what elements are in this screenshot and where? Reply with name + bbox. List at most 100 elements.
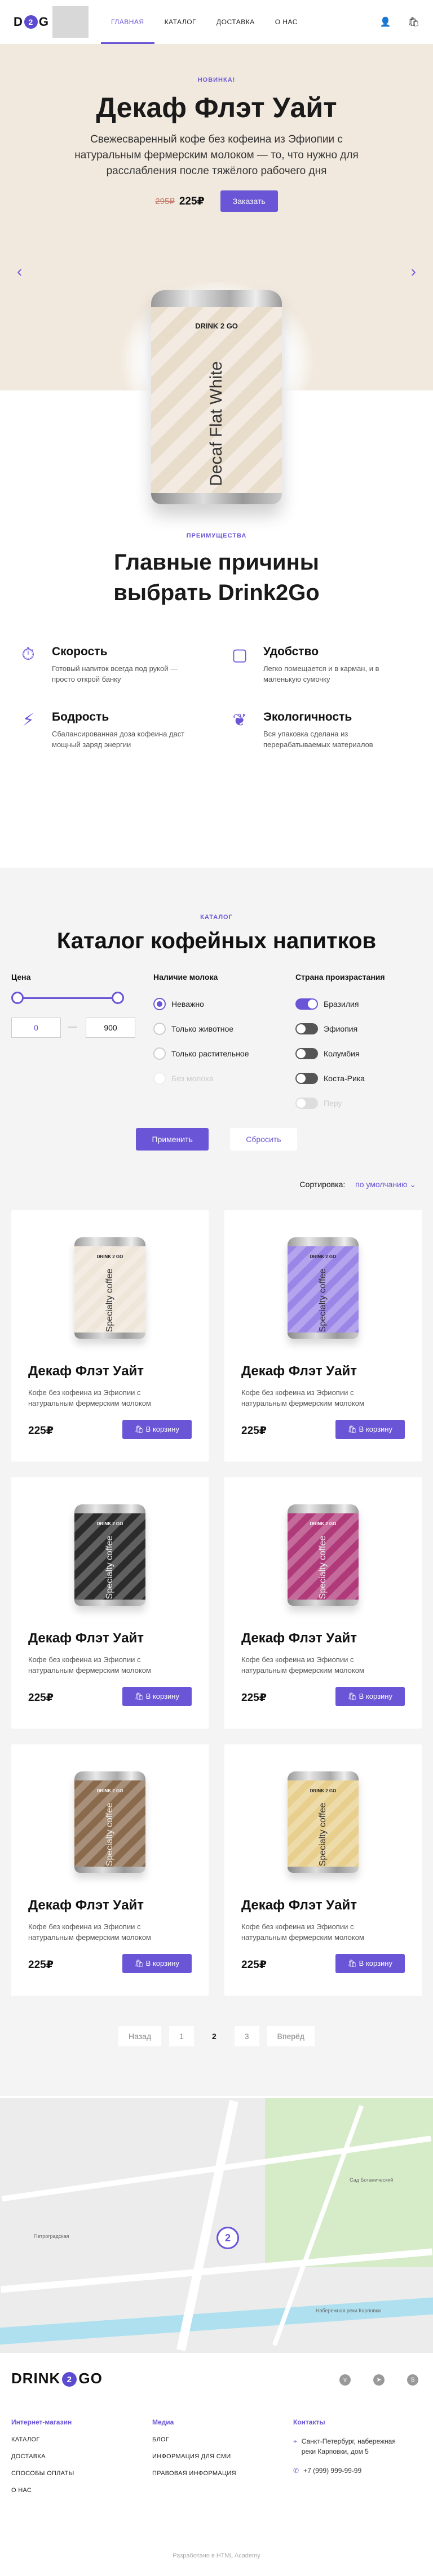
footer-shop-column: Интернет-магазин КАТАЛОГ ДОСТАВКА СПОСОБ… bbox=[11, 2418, 152, 2504]
add-to-cart-button[interactable]: 🛍 В корзину bbox=[122, 1954, 192, 1973]
footer-link-about[interactable]: О НАС bbox=[11, 2487, 152, 2494]
toggle-on[interactable] bbox=[295, 998, 318, 1010]
add-to-cart-label: В корзину bbox=[359, 1959, 392, 1967]
footer-phone[interactable]: ✆ +7 (999) 999-99-99 bbox=[293, 2466, 400, 2476]
apply-button[interactable]: Применить bbox=[136, 1128, 209, 1151]
catalog-kicker: КАТАЛОГ bbox=[200, 914, 233, 921]
nav-delivery[interactable]: ДОСТАВКА bbox=[206, 0, 265, 44]
can-brand: DRINK 2 GO bbox=[310, 1788, 337, 1793]
page-2[interactable]: 2 bbox=[202, 2026, 227, 2046]
footer-columns: Интернет-магазин КАТАЛОГ ДОСТАВКА СПОСОБ… bbox=[11, 2418, 422, 2504]
add-to-cart-button[interactable]: 🛍 В корзину bbox=[335, 1420, 405, 1439]
footer-link-legal[interactable]: ПРАВОВАЯ ИНФОРМАЦИЯ bbox=[152, 2470, 293, 2477]
product-card[interactable]: DRINK 2 GO Specialty coffee Декаф Флэт Уай… bbox=[224, 1744, 422, 1996]
footer-contacts-column: Контакты ⌖ Санкт-Петербург, набережная ре… bbox=[293, 2418, 400, 2504]
add-to-cart-button[interactable]: 🛍 В корзину bbox=[122, 1687, 192, 1706]
toggle-off[interactable] bbox=[295, 1048, 318, 1059]
milk-option-plant[interactable]: Только растительное bbox=[153, 1041, 289, 1066]
skype-icon[interactable]: S bbox=[407, 2374, 418, 2386]
vk-icon[interactable]: v bbox=[339, 2374, 351, 2386]
social-links: v ➤ S bbox=[339, 2374, 418, 2386]
milk-option-animal[interactable]: Только животное bbox=[153, 1016, 289, 1041]
can-text: Specialty coffee bbox=[105, 1802, 114, 1867]
product-description: Кофе без кофеина из Эфиопии с натуральны… bbox=[28, 1388, 151, 1407]
telegram-icon[interactable]: ➤ bbox=[373, 2374, 385, 2386]
can-text: Specialty coffee bbox=[105, 1268, 114, 1333]
map-pin-icon: ⌖ bbox=[293, 2437, 297, 2445]
page-next[interactable]: Вперёд bbox=[267, 2026, 315, 2046]
nav-catalog[interactable]: КАТАЛОГ bbox=[154, 0, 206, 44]
radio-checked[interactable] bbox=[153, 998, 166, 1010]
footer-link-delivery[interactable]: ДОСТАВКА bbox=[11, 2453, 152, 2460]
country-ethiopia[interactable]: Эфиопия bbox=[295, 1016, 425, 1041]
nav-home[interactable]: ГЛАВНАЯ bbox=[101, 0, 154, 44]
sort-control: Сортировка: по умолчанию ⌄ bbox=[300, 1180, 416, 1189]
nav-about[interactable]: О НАС bbox=[265, 0, 308, 44]
add-to-cart-button[interactable]: 🛍 В корзину bbox=[335, 1954, 405, 1973]
product-description: Кофе без кофеина из Эфиопии с натуральны… bbox=[241, 1388, 364, 1407]
phone-icon: ✆ bbox=[293, 2467, 299, 2475]
catalog-section: КАТАЛОГ Каталог кофейных напитков Цена 0… bbox=[0, 868, 433, 2096]
catalog-title: Каталог кофейных напитков bbox=[56, 929, 377, 953]
map-pin-icon[interactable]: 2 bbox=[216, 2227, 239, 2249]
radio[interactable] bbox=[153, 1023, 166, 1035]
page-prev[interactable]: Назад bbox=[118, 2026, 162, 2046]
milk-option-none: Без молока bbox=[153, 1066, 289, 1091]
hero-can-zone: DRINK 2 GO Decaf Flat White bbox=[0, 237, 433, 504]
logo[interactable]: D 2 G bbox=[14, 15, 49, 29]
add-to-cart-label: В корзину bbox=[145, 1425, 179, 1433]
milk-option-label: Только растительное bbox=[171, 1049, 249, 1058]
pocket-icon: ▢ bbox=[231, 646, 248, 664]
price-filter-title: Цена bbox=[11, 972, 31, 981]
price-min-handle[interactable] bbox=[11, 992, 24, 1004]
radio[interactable] bbox=[153, 1047, 166, 1060]
can-base bbox=[151, 493, 282, 504]
reason-eco: ❦ Экологичность Вся упаковка сделана из … bbox=[225, 710, 419, 750]
country-colombia[interactable]: Колумбия bbox=[295, 1041, 425, 1066]
map[interactable]: Набережная реки Карповки Сад Ботанически… bbox=[0, 2098, 433, 2353]
add-to-cart-button[interactable]: 🛍 В корзину bbox=[122, 1420, 192, 1439]
order-button[interactable]: Заказать bbox=[220, 190, 278, 212]
country-costa-rica[interactable]: Коста-Рика bbox=[295, 1066, 425, 1091]
add-to-cart-button[interactable]: 🛍 В корзину bbox=[335, 1687, 405, 1706]
hero-subtitle: Свежесваренный кофе без кофеина из Эфиоп… bbox=[74, 134, 359, 177]
product-name: Декаф Флэт Уайт bbox=[241, 1898, 357, 1913]
footer-link-catalog[interactable]: КАТАЛОГ bbox=[11, 2436, 152, 2443]
product-card[interactable]: DRINK 2 GO Specialty coffee Декаф Флэт Уай… bbox=[11, 1210, 209, 1462]
footer-link-blog[interactable]: БЛОГ bbox=[152, 2436, 293, 2443]
can-body: DRINK 2 GO Specialty coffee bbox=[74, 1246, 145, 1334]
reason-title: Скорость bbox=[52, 645, 108, 658]
product-card[interactable]: DRINK 2 GO Specialty coffee Декаф Флэт Уай… bbox=[224, 1477, 422, 1729]
add-to-cart-label: В корзину bbox=[145, 1959, 179, 1967]
milk-option-any[interactable]: Неважно bbox=[153, 992, 289, 1016]
footer-col-title: Контакты bbox=[293, 2418, 325, 2426]
country-label: Перу bbox=[324, 1099, 342, 1108]
sort-select[interactable]: по умолчанию ⌄ bbox=[355, 1180, 416, 1189]
page-3[interactable]: 3 bbox=[234, 2026, 259, 2046]
price-max-handle[interactable] bbox=[112, 992, 124, 1004]
reset-button[interactable]: Сбросить bbox=[230, 1128, 297, 1151]
can-base bbox=[74, 1867, 145, 1873]
stopwatch-icon: ⏱ bbox=[21, 645, 35, 664]
footer-logo[interactable]: DRINK 2 GO bbox=[11, 2370, 103, 2387]
price-range-track[interactable] bbox=[17, 997, 118, 999]
toggle-off[interactable] bbox=[295, 1023, 318, 1034]
product-card[interactable]: DRINK 2 GO Specialty coffee Декаф Флэт Уай… bbox=[11, 1477, 209, 1729]
footer-link-payment[interactable]: СПОСОБЫ ОПЛАТЫ bbox=[11, 2470, 152, 2477]
price-min-input[interactable]: 0 bbox=[11, 1018, 61, 1038]
can-base bbox=[74, 1600, 145, 1606]
main-nav: ГЛАВНАЯ КАТАЛОГ ДОСТАВКА О НАС bbox=[101, 0, 308, 44]
price-max-input[interactable]: 900 bbox=[86, 1018, 135, 1038]
basket-icon[interactable]: 🛍 bbox=[408, 16, 419, 28]
toggle-off[interactable] bbox=[295, 1073, 318, 1084]
product-card[interactable]: DRINK 2 GO Specialty coffee Декаф Флэт Уай… bbox=[224, 1210, 422, 1462]
country-label: Колумбия bbox=[324, 1049, 360, 1058]
footer-logo-left: DRINK bbox=[11, 2370, 61, 2387]
product-card[interactable]: DRINK 2 GO Specialty coffee Декаф Флэт Уай… bbox=[11, 1744, 209, 1996]
copyright[interactable]: Разработано в HTML Academy bbox=[0, 2552, 433, 2559]
user-icon[interactable]: 👤 bbox=[380, 16, 391, 28]
can-brand: DRINK 2 GO bbox=[96, 1788, 123, 1793]
footer-link-press[interactable]: ИНФОРМАЦИЯ ДЛЯ СМИ bbox=[152, 2453, 293, 2460]
page-1[interactable]: 1 bbox=[169, 2026, 194, 2046]
country-brazil[interactable]: Бразилия bbox=[295, 992, 425, 1016]
